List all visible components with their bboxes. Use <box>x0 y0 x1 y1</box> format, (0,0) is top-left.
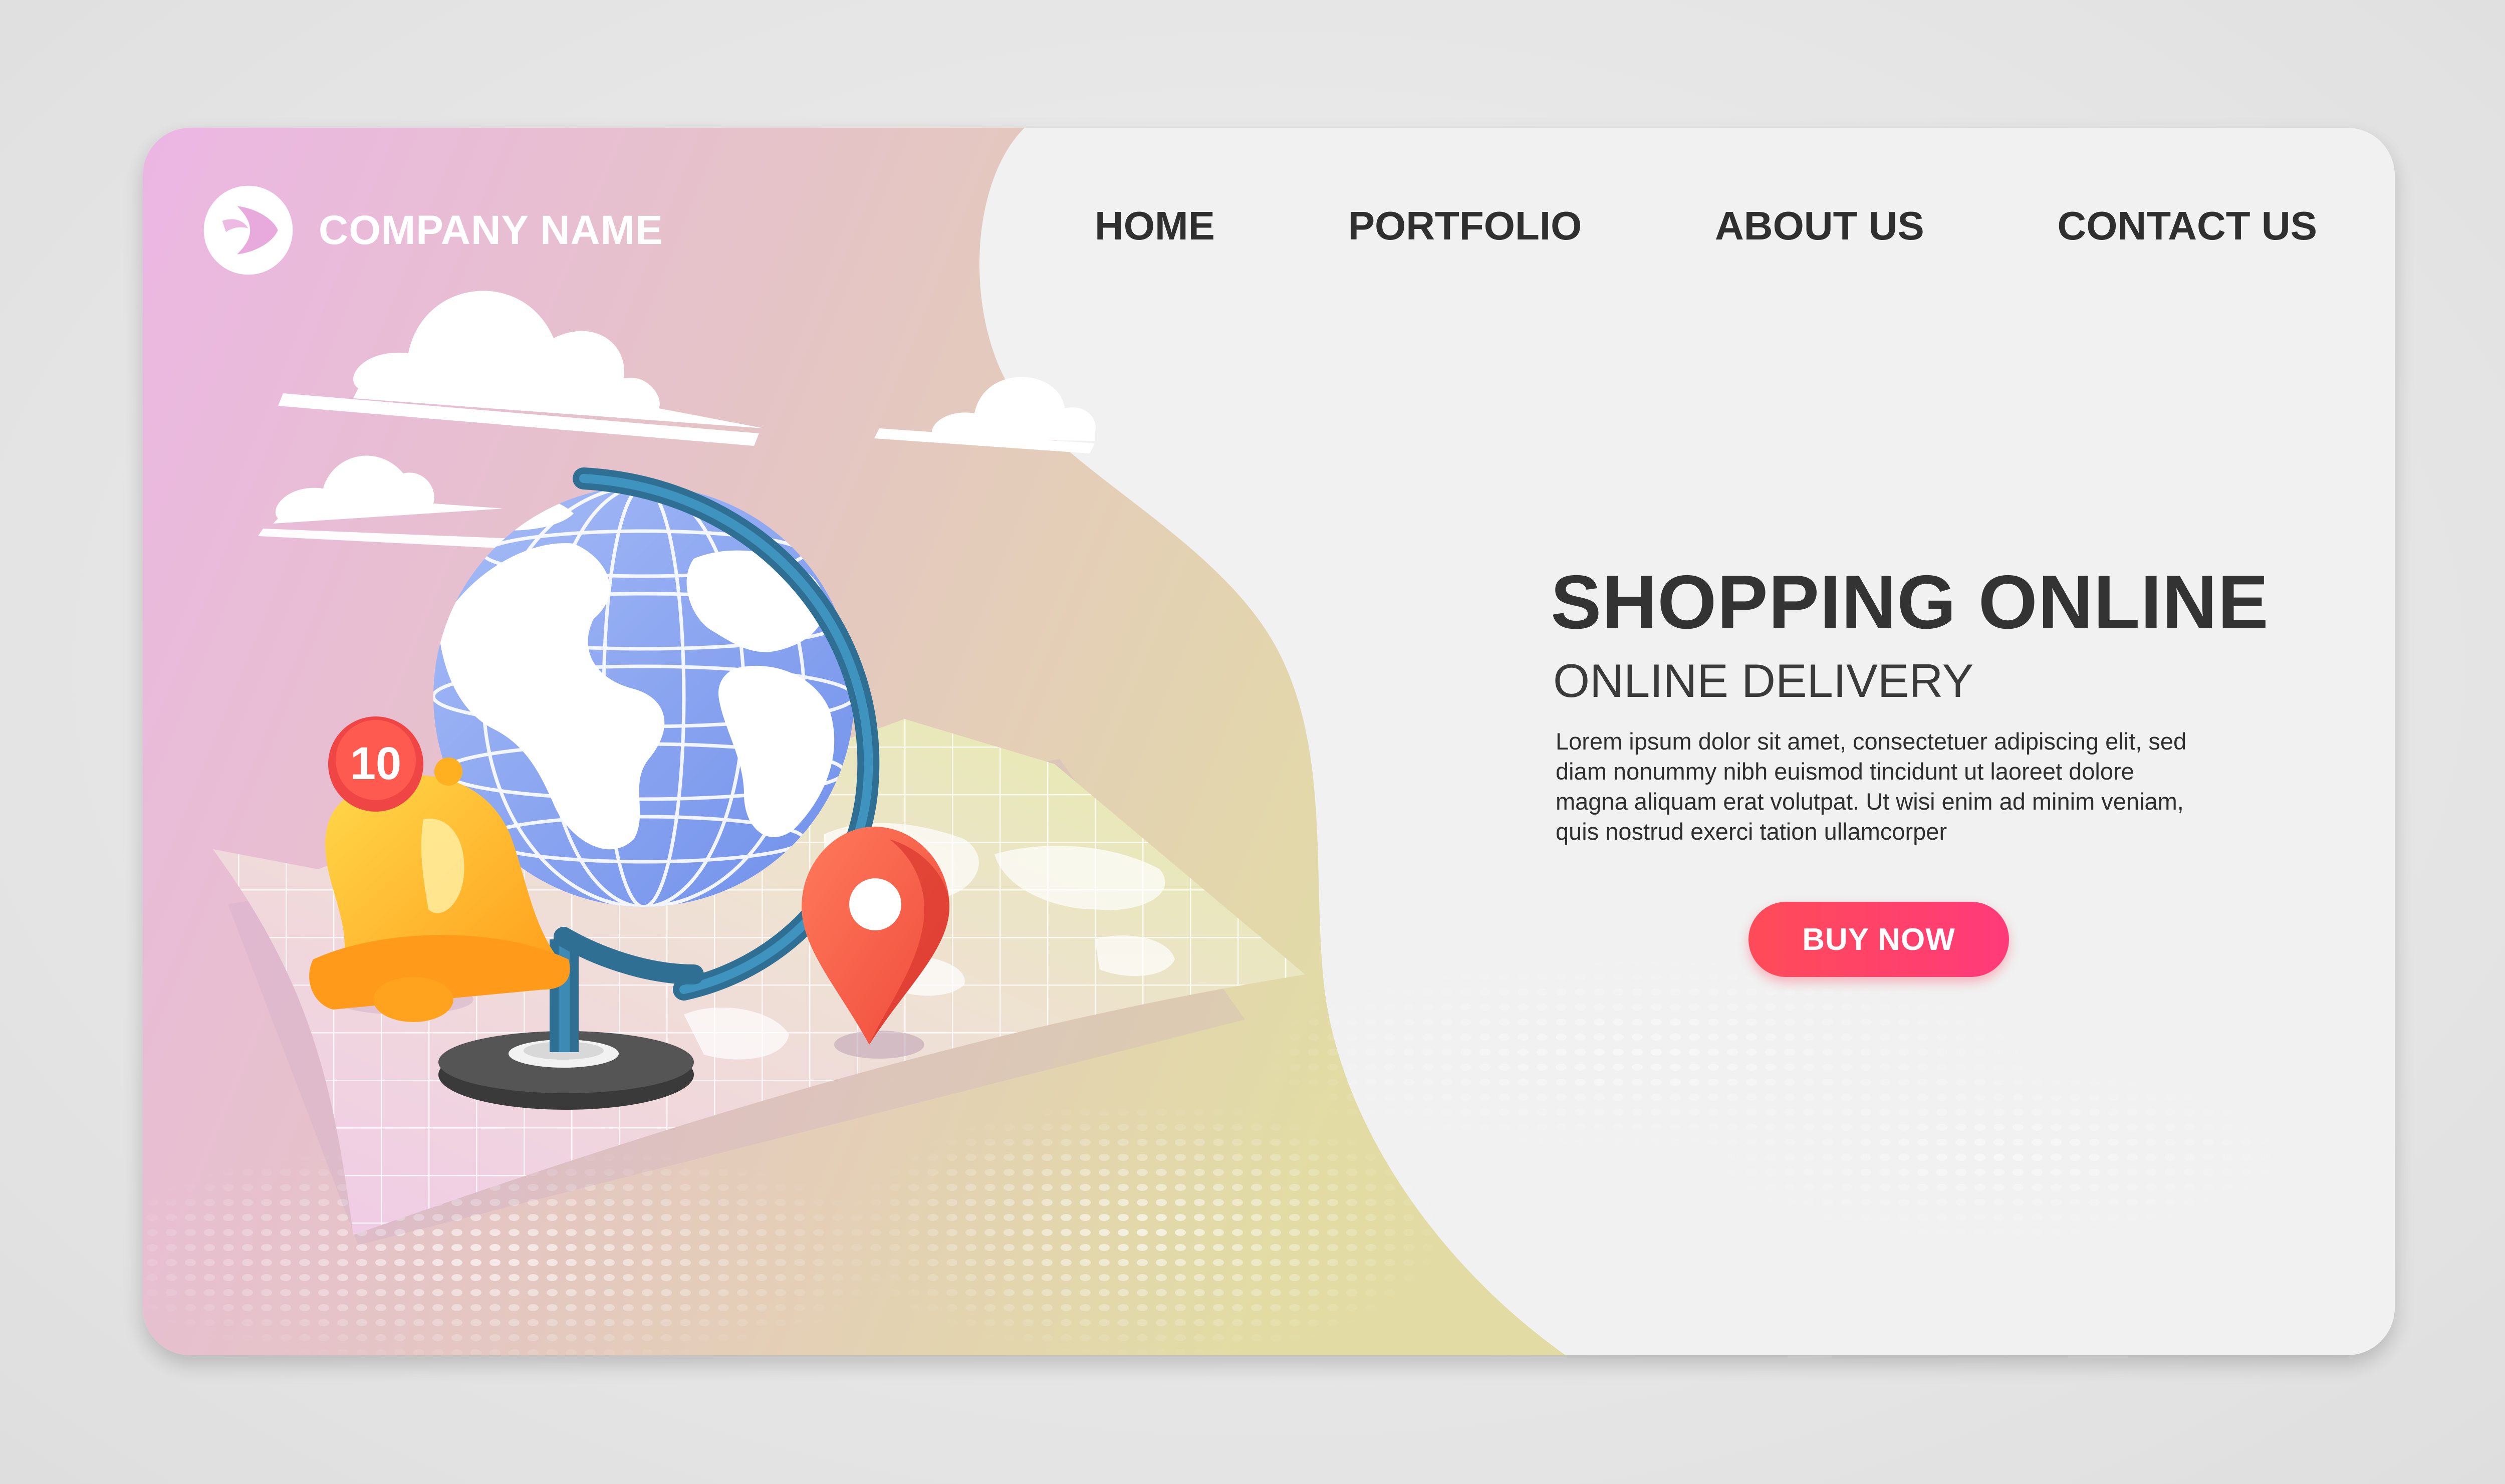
company-name: COMPANY NAME <box>319 207 663 253</box>
hero-description: Lorem ipsum dolor sit amet, consectetuer… <box>1556 728 2187 845</box>
landing-card: 10 COMPANY NAME HOME PORTFOLIO ABOUT US … <box>143 128 2395 1355</box>
nav-portfolio[interactable]: PORTFOLIO <box>1348 203 1582 249</box>
cloud-icon <box>258 455 514 549</box>
hero-title: SHOPPING ONLINE <box>1551 560 2269 645</box>
hero-subtitle: ONLINE DELIVERY <box>1553 654 1974 707</box>
brand-logo[interactable]: COMPANY NAME <box>202 184 663 277</box>
nav-home[interactable]: HOME <box>1095 203 1215 249</box>
nav-about-us[interactable]: ABOUT US <box>1715 203 1924 249</box>
cloud-icon <box>278 291 764 446</box>
nav-contact-us[interactable]: CONTACT US <box>2057 203 2317 249</box>
notification-count: 10 <box>350 738 401 789</box>
buy-now-button[interactable]: BUY NOW <box>1748 902 2009 977</box>
main-nav: HOME PORTFOLIO ABOUT US CONTACT US <box>1095 203 2317 249</box>
page-background: 10 COMPANY NAME HOME PORTFOLIO ABOUT US … <box>0 0 2505 1484</box>
play-circle-icon <box>203 185 293 275</box>
cloud-icon <box>874 377 1096 453</box>
